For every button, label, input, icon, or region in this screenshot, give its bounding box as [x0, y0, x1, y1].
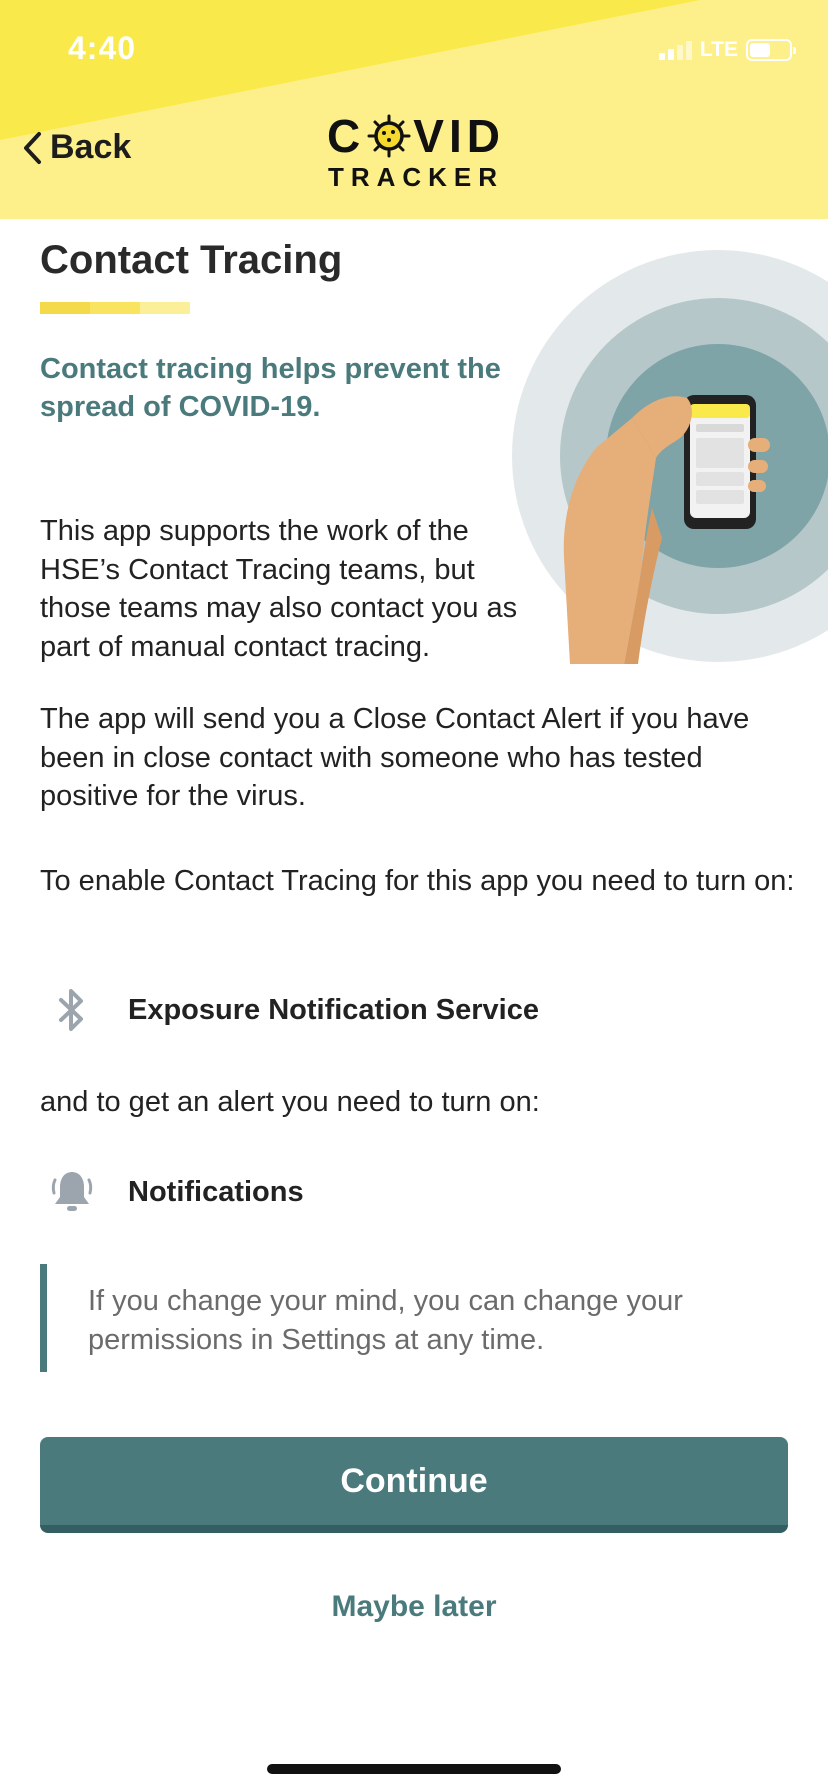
covid-tracker-logo: C VID TRACKER: [326, 112, 506, 192]
settings-note: If you change your mind, you can change …: [40, 1264, 788, 1372]
status-time: 4:40: [68, 30, 137, 66]
signal-icon: [658, 40, 692, 60]
alert-permission-paragraph: and to get an alert you need to turn on:: [40, 1086, 540, 1118]
phone-in-hand-illustration: [512, 250, 828, 664]
bluetooth-icon: [50, 986, 94, 1034]
intro-paragraph: This app supports the work of the HSE’s …: [40, 515, 518, 663]
app-header: 4:40 LTE Back C VID TRACKER: [0, 0, 828, 219]
logo-letters-vid: VID: [413, 110, 505, 162]
title-underline: [40, 302, 190, 314]
back-button[interactable]: Back: [22, 128, 131, 167]
network-label: LTE: [699, 38, 738, 61]
home-indicator[interactable]: [267, 1764, 561, 1774]
virus-icon: [367, 114, 411, 158]
back-label: Back: [50, 128, 132, 166]
bell-icon: [50, 1168, 94, 1216]
logo-letter-c: C: [327, 110, 366, 162]
settings-note-text: If you change your mind, you can change …: [88, 1285, 683, 1356]
permission-exposure-notification: Exposure Notification Service: [50, 986, 539, 1034]
page-subtitle: Contact tracing helps prevent the spread…: [40, 353, 501, 423]
permission-label: Notifications: [128, 1175, 304, 1208]
maybe-later-link[interactable]: Maybe later: [0, 1590, 828, 1624]
alert-paragraph: The app will send you a Close Contact Al…: [40, 703, 750, 812]
logo-subtitle: TRACKER: [327, 162, 505, 192]
continue-button[interactable]: Continue: [40, 1437, 788, 1533]
battery-icon: [746, 39, 796, 61]
page-title: Contact Tracing: [40, 238, 343, 282]
status-indicators: LTE: [658, 38, 796, 62]
permission-notifications: Notifications: [50, 1168, 304, 1216]
enable-paragraph: To enable Contact Tracing for this app y…: [40, 865, 795, 897]
chevron-left-icon: [24, 131, 41, 164]
continue-label: Continue: [340, 1461, 488, 1500]
permission-label: Exposure Notification Service: [128, 993, 539, 1026]
